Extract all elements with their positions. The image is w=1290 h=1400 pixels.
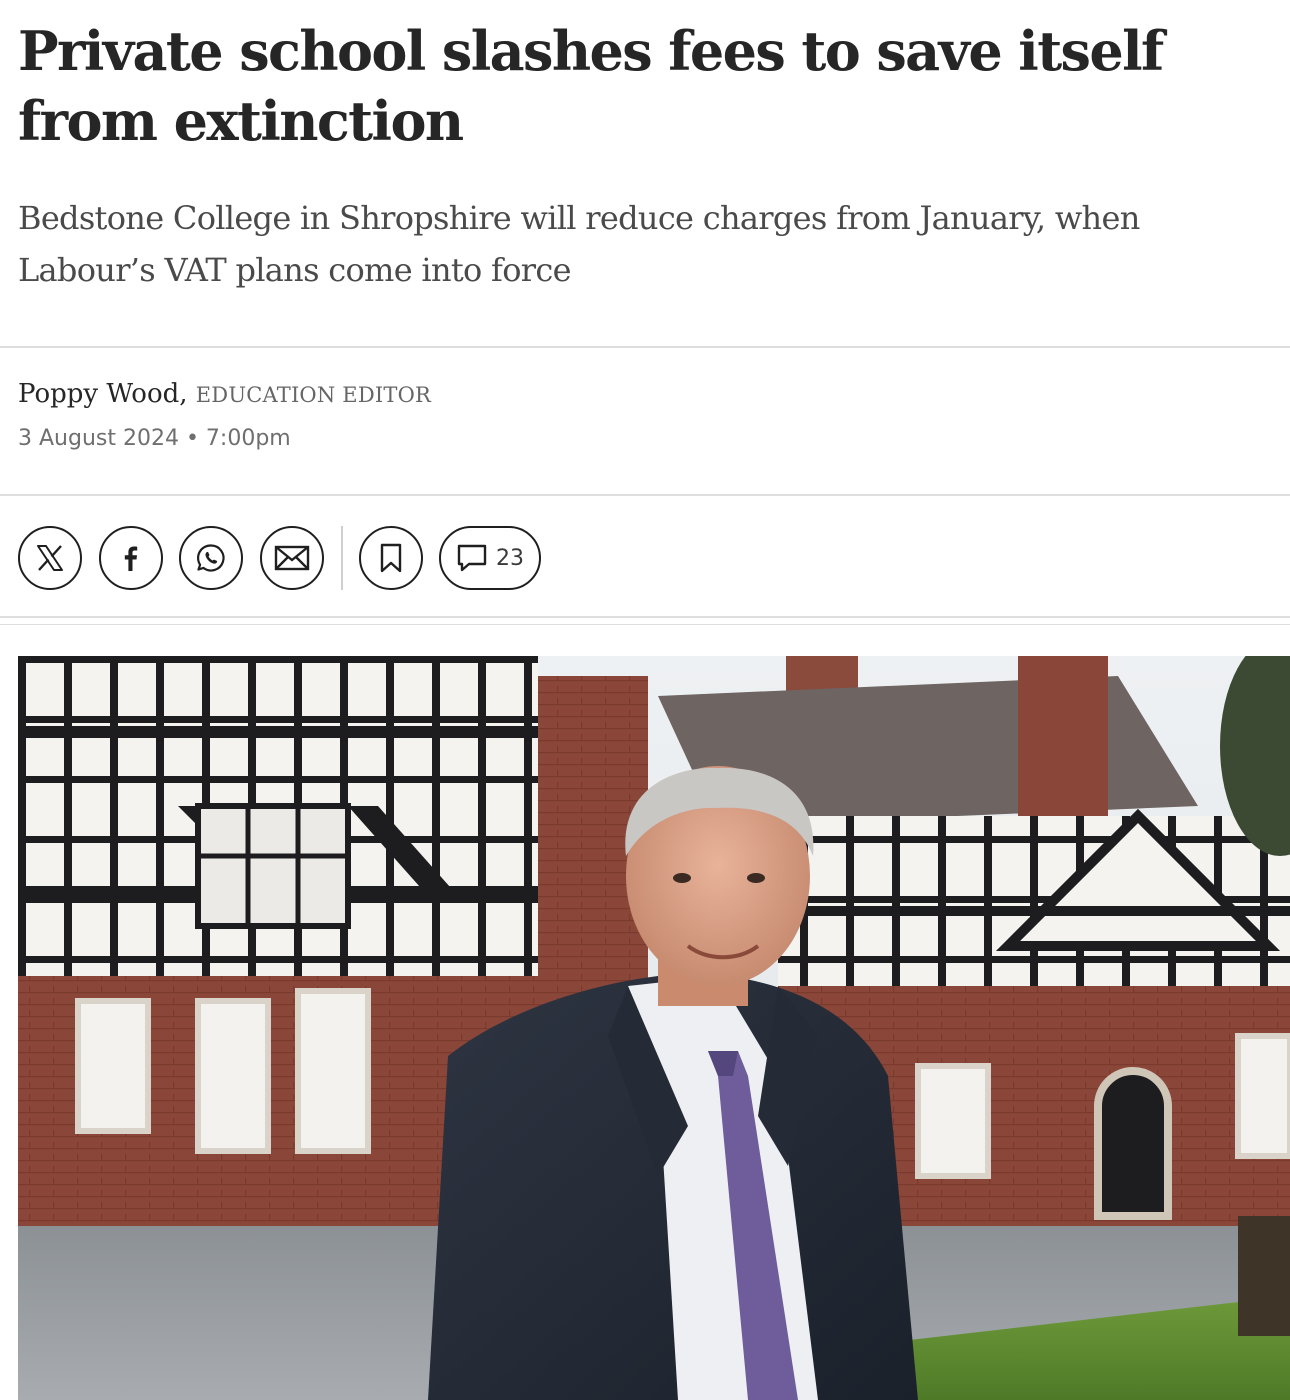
comments-button[interactable]: 23 <box>439 526 541 590</box>
bookmark-icon <box>380 543 402 573</box>
share-x-button[interactable] <box>18 526 82 590</box>
x-icon <box>37 545 63 571</box>
share-whatsapp-button[interactable] <box>179 526 243 590</box>
author-name[interactable]: Poppy Wood, <box>18 379 188 409</box>
facebook-icon <box>124 546 138 571</box>
divider-bottom-1 <box>0 616 1290 618</box>
share-toolbar: 23 <box>18 526 578 590</box>
divider-bottom-2 <box>0 624 1290 625</box>
publish-date: 3 August 2024 • 7:00pm <box>18 426 291 451</box>
share-facebook-button[interactable] <box>99 526 163 590</box>
hero-image <box>18 656 1290 1400</box>
hero-photo <box>18 656 1290 1400</box>
author-role: EDUCATION EDITOR <box>195 383 431 407</box>
toolbar-divider <box>341 526 343 590</box>
share-email-button[interactable] <box>260 526 324 590</box>
comment-icon <box>457 544 487 572</box>
headline: Private school slashes fees to save itse… <box>18 19 1164 153</box>
email-icon <box>274 545 310 571</box>
article: Private school slashes fees to save itse… <box>0 0 1290 1400</box>
comment-count: 23 <box>496 545 524 571</box>
divider-top <box>0 346 1290 348</box>
bookmark-button[interactable] <box>359 526 423 590</box>
byline: Poppy Wood, EDUCATION EDITOR <box>18 376 431 413</box>
whatsapp-icon <box>197 544 225 572</box>
standfirst: Bedstone College in Shropshire will redu… <box>18 199 1140 289</box>
divider-middle <box>0 494 1290 496</box>
